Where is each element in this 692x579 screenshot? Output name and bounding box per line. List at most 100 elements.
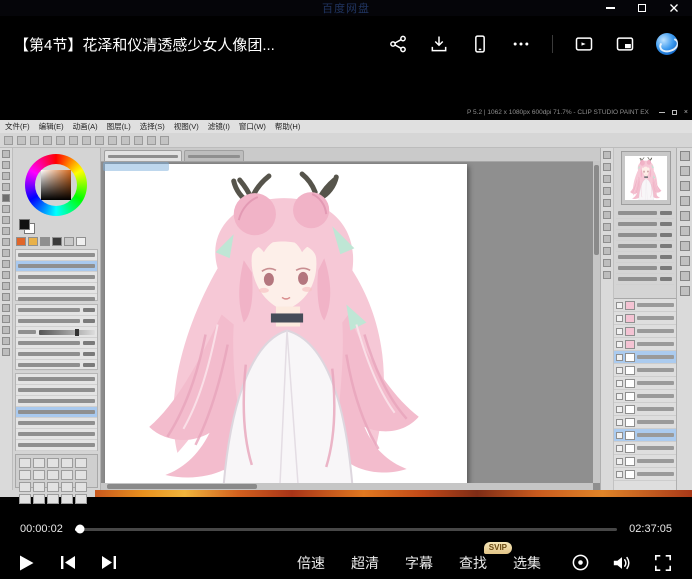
- panel-row: [16, 396, 97, 407]
- panel-tab-icon: [603, 259, 611, 267]
- panel-row: [616, 252, 674, 263]
- brush-list-panel: [15, 373, 98, 451]
- detail-cell: [61, 494, 73, 504]
- toolbar-icon: [17, 136, 26, 145]
- color-swatch: [40, 237, 50, 246]
- toolbar-icon: [56, 136, 65, 145]
- play-button[interactable]: [18, 554, 35, 572]
- volume-icon: [612, 554, 632, 572]
- maximize-icon: [638, 4, 646, 12]
- paint-app: 文件(F) 编辑(E) 动画(A) 图层(L) 选择(S) 视图(V) 滤镜(I…: [0, 120, 692, 497]
- color-swatch: [76, 237, 86, 246]
- canvas-tab-inactive: [184, 150, 244, 161]
- canvas: [105, 164, 467, 485]
- episodes-button[interactable]: 选集: [513, 553, 541, 573]
- cast-button[interactable]: [574, 34, 594, 54]
- subtool-detail-panel: [15, 454, 98, 488]
- tool-icon: [2, 238, 10, 246]
- detail-cell: [61, 458, 73, 468]
- share-button[interactable]: [388, 34, 408, 54]
- layer-row: [614, 403, 676, 416]
- close-button[interactable]: [658, 0, 690, 16]
- panel-tab-icon: [603, 211, 611, 219]
- menu-layer: 图层(L): [107, 121, 131, 132]
- speed-button[interactable]: 倍速: [297, 553, 325, 573]
- layers-panel: [614, 298, 676, 490]
- navigator-thumbnail: [625, 156, 667, 200]
- color-swatch: [28, 237, 38, 246]
- more-icon: [511, 34, 531, 54]
- panel-tab-icon: [603, 175, 611, 183]
- header-icons: [388, 33, 678, 55]
- fullscreen-button[interactable]: [654, 554, 672, 572]
- tool-icon: [2, 271, 10, 279]
- tool-icon: [2, 282, 10, 290]
- mini-player-button[interactable]: [615, 34, 635, 54]
- color-swatch: [64, 237, 74, 246]
- record-icon: [571, 553, 590, 572]
- svip-badge: SVIP: [484, 542, 512, 554]
- previous-button[interactable]: [60, 555, 76, 570]
- panel-tab-icon: [680, 286, 690, 296]
- tool-icon: [2, 337, 10, 345]
- panel-tab-icon: [603, 187, 611, 195]
- panel-row: [16, 349, 97, 360]
- layer-row: [614, 299, 676, 312]
- progress-bar[interactable]: [75, 528, 617, 531]
- layer-row: [614, 325, 676, 338]
- find-button[interactable]: 查找 SVIP: [459, 553, 487, 573]
- record-button[interactable]: [571, 553, 590, 572]
- layer-row: [614, 442, 676, 455]
- close-icon: [669, 3, 679, 13]
- next-button[interactable]: [101, 555, 117, 570]
- send-to-phone-button[interactable]: [470, 34, 490, 54]
- panel-tab-icon: [680, 166, 690, 176]
- minimize-icon: [606, 7, 615, 9]
- panel-tab-icon: [680, 211, 690, 221]
- tool-icon: [2, 227, 10, 235]
- panel-row: [16, 338, 97, 349]
- volume-button[interactable]: [612, 554, 632, 572]
- pip-icon: [615, 34, 635, 54]
- progress-knob[interactable]: [76, 525, 85, 534]
- csp-maximize-icon: [672, 110, 677, 115]
- previous-icon: [60, 555, 76, 570]
- watermark: [103, 162, 169, 171]
- layer-row: [614, 377, 676, 390]
- detail-cell: [47, 494, 59, 504]
- panel-tab-icon: [603, 247, 611, 255]
- color-swatch-row: [16, 236, 97, 247]
- account-avatar[interactable]: [656, 33, 678, 55]
- utility-controls: [571, 553, 672, 572]
- window-title: 百度网盘: [322, 0, 370, 16]
- right-icon-column-inner: [600, 148, 613, 490]
- menu-window: 窗口(W): [239, 121, 266, 132]
- window-titlebar: 百度网盘: [0, 0, 692, 16]
- artwork-girl: [105, 164, 467, 485]
- subtitle-button[interactable]: 字幕: [405, 553, 433, 573]
- quality-button[interactable]: 超清: [351, 553, 379, 573]
- toolbar-icon: [30, 136, 39, 145]
- color-swatch: [52, 237, 62, 246]
- tool-property-panel: [15, 304, 98, 370]
- canvas-tab-active: [104, 150, 182, 161]
- color-history-strip: [95, 490, 692, 497]
- layer-row: [614, 351, 676, 364]
- maximize-button[interactable]: [626, 0, 658, 16]
- more-button[interactable]: [511, 34, 531, 54]
- panel-tab-icon: [680, 226, 690, 236]
- download-button[interactable]: [429, 34, 449, 54]
- play-icon: [18, 554, 35, 572]
- minimize-button[interactable]: [594, 0, 626, 16]
- detail-cell: [47, 482, 59, 492]
- right-panel-middle: [613, 148, 676, 490]
- color-swatch: [16, 237, 26, 246]
- video-surface[interactable]: P 5.2 | 1062 x 1080px 600dpi 71.7% - CLI…: [0, 72, 692, 516]
- panel-row: [616, 208, 674, 219]
- tool-icon: [2, 216, 10, 224]
- total-duration: 02:37:05: [629, 523, 672, 535]
- horizontal-scrollbar: [101, 483, 593, 490]
- csp-main: [0, 148, 692, 490]
- detail-cell: [33, 494, 45, 504]
- tool-icon: [2, 348, 10, 356]
